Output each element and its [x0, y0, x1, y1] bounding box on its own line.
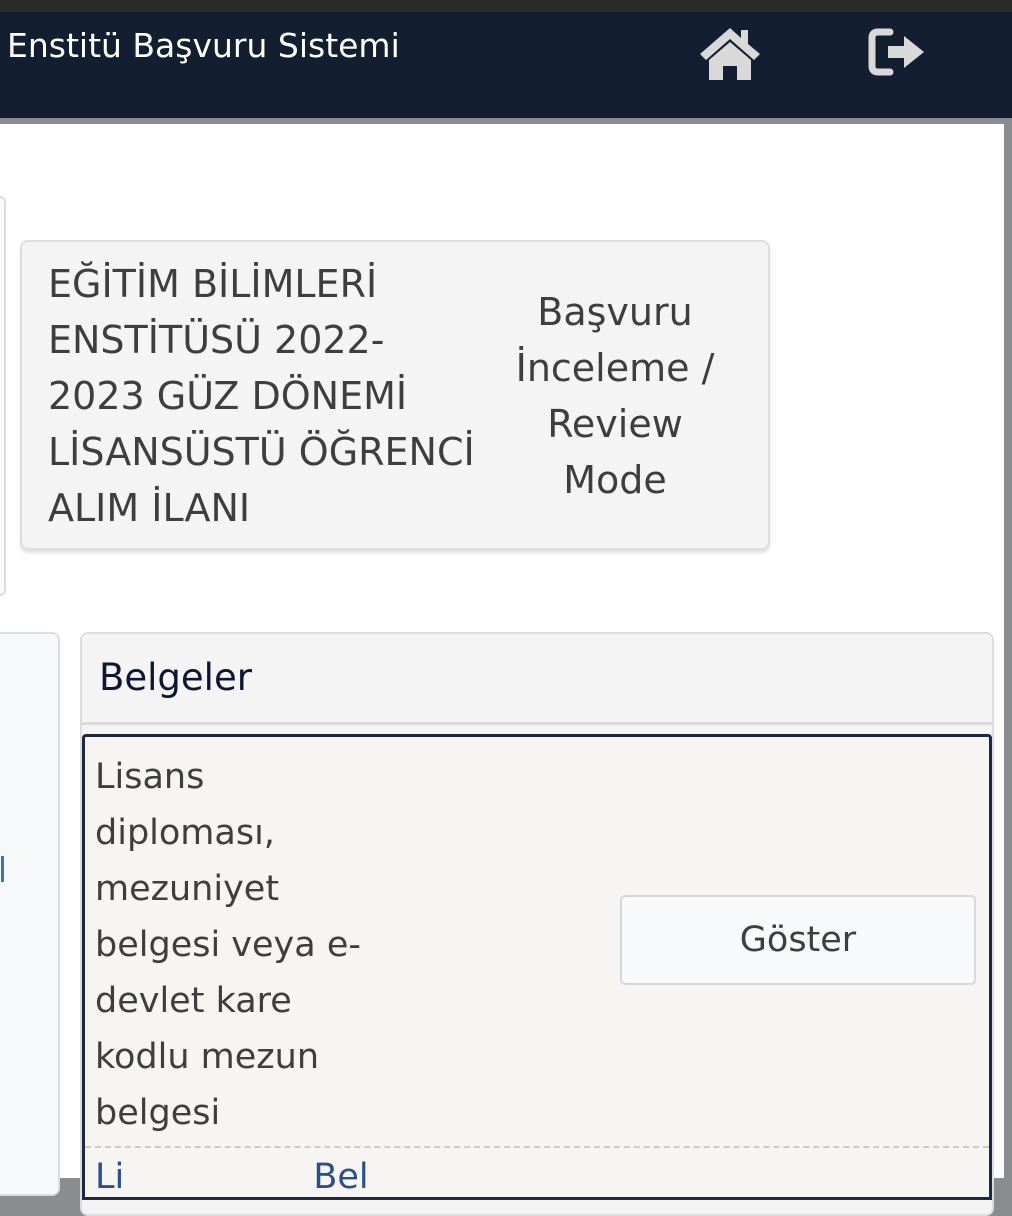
announcement-title: EĞİTİM BİLİMLERİ ENSTİTÜSÜ 2022-2023 GÜZ… [48, 262, 475, 530]
document-list: Lisans diploması, mezuniyet belgesi veya… [82, 734, 992, 1200]
navbar: Enstitü Başvuru Sistemi [0, 12, 1012, 118]
left-side-panel [0, 632, 60, 1196]
window-top-strip [0, 0, 1012, 12]
review-mode-label: Başvuru İnceleme / Review Mode [515, 290, 715, 502]
document-name: Lisans diploması, mezuniyet belgesi veya… [95, 757, 362, 1133]
home-icon[interactable] [698, 22, 762, 82]
next-document-name[interactable]: Li Bel [95, 1157, 975, 1197]
left-panel-link-fragment[interactable] [1, 856, 4, 882]
logout-icon[interactable] [868, 24, 928, 80]
row-divider [85, 1146, 989, 1148]
documents-title: Belgeler [99, 656, 252, 699]
app-title: Enstitü Başvuru Sistemi [7, 26, 400, 65]
left-side-panel-top [0, 196, 6, 596]
announcement-box: EĞİTİM BİLİMLERİ ENSTİTÜSÜ 2022-2023 GÜZ… [20, 240, 770, 550]
show-document-button[interactable]: Göster [620, 895, 976, 985]
documents-card-header: Belgeler [82, 634, 992, 725]
